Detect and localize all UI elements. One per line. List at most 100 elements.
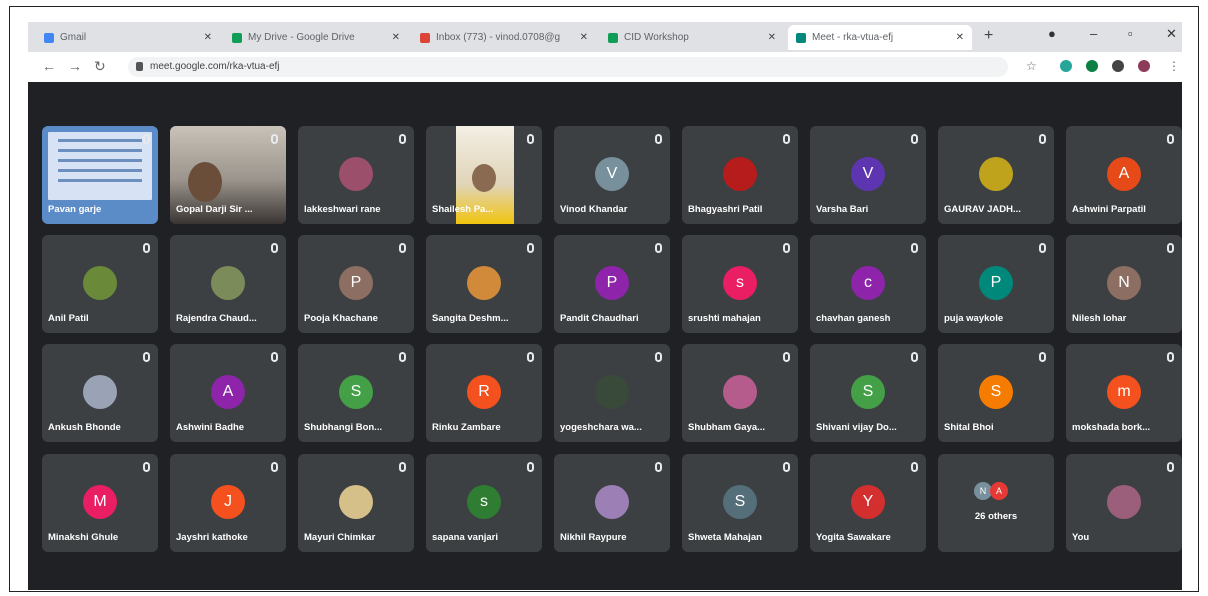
participant-name: Pandit Chaudhari [560, 313, 639, 324]
participant-tile[interactable]: Mayuri Chimkar [298, 454, 414, 552]
participant-tile[interactable]: V Varsha Bari [810, 126, 926, 224]
profile-avatar-icon[interactable] [1138, 60, 1150, 72]
participant-tile[interactable]: Sangita Deshm... [426, 235, 542, 333]
profile-icon[interactable]: ● [1048, 26, 1056, 41]
participant-tile[interactable]: S Shweta Mahajan [682, 454, 798, 552]
browser-tab[interactable]: My Drive - Google Drive ✕ [224, 25, 408, 50]
profile-photo-avatar [339, 485, 373, 519]
participant-tile[interactable]: P Pooja Khachane [298, 235, 414, 333]
participant-tile[interactable]: GAURAV JADH... [938, 126, 1054, 224]
new-tab-button[interactable]: + [984, 27, 993, 45]
participant-name: Vinod Khandar [560, 204, 628, 215]
participant-tile[interactable]: Ankush Bhonde [42, 344, 158, 442]
menu-dots-icon[interactable]: ⋮ [1168, 59, 1180, 73]
muted-mic-icon [1167, 352, 1174, 362]
participant-tile[interactable]: N Nilesh lohar [1066, 235, 1182, 333]
initial-avatar: V [851, 157, 885, 191]
reload-icon[interactable]: ↻ [94, 58, 106, 75]
participant-tile[interactable]: J Jayshri kathoke [170, 454, 286, 552]
forward-arrow-icon[interactable]: → [68, 58, 82, 74]
participant-tile[interactable]: Bhagyashri Patil [682, 126, 798, 224]
address-toolbar: ← → ↻ meet.google.com/rka-vtua-efj ☆ ⋮ [28, 52, 1182, 82]
participant-tile[interactable]: lakkeshwari rane [298, 126, 414, 224]
browser-tab[interactable]: CID Workshop ✕ [600, 25, 784, 50]
tab-close-icon[interactable]: ✕ [392, 32, 400, 43]
profile-photo-avatar [83, 266, 117, 300]
tab-close-icon[interactable]: ✕ [580, 32, 588, 43]
participant-tile[interactable]: You [1066, 454, 1182, 552]
muted-mic-icon [783, 462, 790, 472]
participant-name: Jayshri kathoke [176, 532, 248, 543]
muted-mic-icon [911, 462, 918, 472]
participant-tile[interactable]: m mokshada bork... [1066, 344, 1182, 442]
participant-tile[interactable]: s srushti mahajan [682, 235, 798, 333]
address-bar[interactable]: meet.google.com/rka-vtua-efj [128, 57, 1008, 77]
participant-tile[interactable]: V Vinod Khandar [554, 126, 670, 224]
participant-tile[interactable]: Anil Patil [42, 235, 158, 333]
participant-tile[interactable]: Nikhil Raypure [554, 454, 670, 552]
participant-tile[interactable]: P Pandit Chaudhari [554, 235, 670, 333]
muted-mic-icon [655, 462, 662, 472]
participant-tile[interactable]: S Shubhangi Bon... [298, 344, 414, 442]
minimize-icon[interactable]: – [1090, 26, 1097, 41]
participant-tile[interactable]: Pavan garje [42, 126, 158, 224]
participant-name: GAURAV JADH... [944, 204, 1021, 215]
tab-close-icon[interactable]: ✕ [204, 32, 212, 43]
lock-icon [136, 62, 143, 71]
initial-avatar: R [467, 375, 501, 409]
window-close-icon[interactable]: ✕ [1166, 26, 1177, 42]
participant-tile[interactable]: Shubham Gaya... [682, 344, 798, 442]
initial-avatar: P [595, 266, 629, 300]
participant-name: Shubhangi Bon... [304, 422, 383, 433]
profile-photo-avatar [595, 375, 629, 409]
initial-avatar: V [595, 157, 629, 191]
tab-title: Meet - rka-vtua-efj [812, 32, 894, 43]
browser-tab[interactable]: Inbox (773) - vinod.0708@g ✕ [412, 25, 596, 50]
back-arrow-icon[interactable]: ← [42, 58, 56, 74]
participant-name: Minakshi Ghule [48, 532, 119, 543]
participant-tile[interactable]: S Shivani vijay Do... [810, 344, 926, 442]
participant-tile[interactable]: Rajendra Chaud... [170, 235, 286, 333]
participant-tile[interactable]: s sapana vanjari [426, 454, 542, 552]
shared-screen-thumbnail [46, 130, 154, 202]
initial-avatar: S [723, 485, 757, 519]
participant-name: Pooja Khachane [304, 313, 378, 324]
browser-tab[interactable]: Gmail ✕ [36, 25, 220, 50]
participant-name: Ashwini Parpatil [1072, 204, 1146, 215]
profile-photo-avatar [723, 157, 757, 191]
muted-mic-icon [655, 243, 662, 253]
muted-mic-icon [399, 462, 406, 472]
participant-tile[interactable]: Shailesh Pa... [426, 126, 542, 224]
participant-tile[interactable]: A Ashwini Badhe [170, 344, 286, 442]
muted-mic-icon [271, 134, 278, 144]
participant-name: sapana vanjari [432, 532, 499, 543]
muted-mic-icon [783, 243, 790, 253]
participant-tile[interactable]: c chavhan ganesh [810, 235, 926, 333]
participant-tile[interactable]: Gopal Darji Sir ... [170, 126, 286, 224]
extension-location-icon[interactable] [1086, 60, 1098, 72]
initial-avatar: N [1107, 266, 1141, 300]
participant-tile[interactable]: Ppuja waykole [938, 235, 1054, 333]
participant-tile[interactable]: yogeshchara wa... [554, 344, 670, 442]
muted-mic-icon [271, 352, 278, 362]
participant-tile[interactable]: R Rinku Zambare [426, 344, 542, 442]
participant-tile[interactable]: M Minakshi Ghule [42, 454, 158, 552]
extensions-puzzle-icon[interactable] [1112, 60, 1124, 72]
participant-name: Shital Bhoi [944, 422, 994, 433]
participant-tile[interactable]: S Shital Bhoi [938, 344, 1054, 442]
muted-mic-icon [399, 134, 406, 144]
extension-meet-icon[interactable] [1060, 60, 1072, 72]
participant-name: Shailesh Pa... [432, 204, 494, 215]
participant-tile[interactable]: N A 26 others [938, 454, 1054, 552]
muted-mic-icon [271, 462, 278, 472]
maximize-icon[interactable]: ▫ [1128, 26, 1133, 41]
bookmark-star-icon[interactable]: ☆ [1026, 59, 1037, 73]
tab-close-icon[interactable]: ✕ [768, 32, 776, 43]
participant-tile[interactable]: Y Yogita Sawakare [810, 454, 926, 552]
participant-name: chavhan ganesh [816, 313, 891, 324]
participant-tile[interactable]: A Ashwini Parpatil [1066, 126, 1182, 224]
tab-close-icon[interactable]: ✕ [956, 32, 964, 43]
browser-tab[interactable]: Meet - rka-vtua-efj ✕ [788, 25, 972, 50]
participant-name: Shweta Mahajan [688, 532, 762, 543]
tab-title: Inbox (773) - vinod.0708@g [436, 32, 561, 43]
